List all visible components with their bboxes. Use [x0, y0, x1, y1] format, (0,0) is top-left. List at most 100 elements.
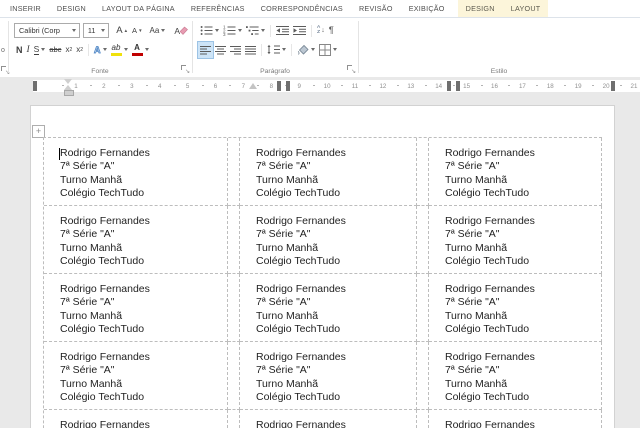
table-column-marker[interactable] [456, 81, 460, 91]
horizontal-ruler[interactable]: 1 2 3 4 5 6 7 8 9 10 11 12 13 14 15 16 17 18 19 20 21 [0, 77, 640, 96]
ruler-tick [145, 85, 148, 86]
label-cell[interactable]: Rodrigo Fernandes7ª Série "A"Turno Manhã… [44, 410, 228, 428]
align-center-icon [215, 45, 226, 54]
underline-button[interactable]: S [32, 42, 48, 58]
label-cell[interactable]: Rodrigo Fernandes7ª Série "A"Turno Manhã… [240, 274, 417, 342]
ruler-number: 15 [463, 83, 471, 90]
tab-layout-contextual[interactable]: LAYOUT [503, 0, 549, 17]
label-cell[interactable]: Rodrigo Fernandes7ª Série "A"Turno Manhã… [240, 410, 417, 428]
word-window: INSERIR DESIGN LAYOUT DA PÁGINA REFERÊNCIAS… [0, 0, 640, 428]
label-cell[interactable]: Rodrigo Fernandes7ª Série "A"Turno Manhã… [429, 206, 602, 274]
tab-design[interactable]: DESIGN [49, 0, 94, 17]
label-cell[interactable]: Rodrigo Fernandes7ª Série "A"Turno Manhã… [429, 138, 602, 206]
label-line: Turno Manhã [445, 377, 508, 390]
label-cell[interactable]: Rodrigo Fernandes7ª Série "A"Turno Manhã… [240, 342, 417, 410]
align-left-icon [200, 45, 211, 54]
tab-design-contextual[interactable]: DESIGN [458, 0, 503, 17]
borders-button[interactable] [317, 42, 339, 58]
label-cell[interactable]: Rodrigo Fernandes7ª Série "A"Turno Manhã… [44, 274, 228, 342]
table-column-marker[interactable] [33, 81, 37, 91]
ruler-number: 18 [546, 83, 554, 90]
ruler-tick [341, 85, 343, 86]
tab-refer-ncias[interactable]: REFERÊNCIAS [183, 0, 253, 17]
label-cell[interactable]: Rodrigo Fernandes7ª Série "A"Turno Manhã… [429, 410, 602, 428]
font-dialog-launcher-icon[interactable]: ↘ [181, 65, 190, 75]
label-line: Turno Manhã [256, 241, 319, 254]
chevron-down-icon [101, 29, 106, 32]
ribbon: o ↘ Calibri (Corp 11 A ▲ A ▼ Aa A N I S … [0, 18, 640, 78]
tab-revis-o[interactable]: REVISÃO [351, 0, 401, 17]
label-cell[interactable]: Rodrigo Fernandes7ª Série "A"Turno Manhã… [429, 274, 602, 342]
tab-inserir[interactable]: INSERIR [2, 0, 49, 17]
label-cell[interactable]: Rodrigo Fernandes7ª Série "A"Turno Manhã… [44, 138, 228, 206]
justify-icon [245, 45, 256, 54]
ruler-tick [620, 85, 622, 86]
label-line: Colégio TechTudo [445, 254, 530, 267]
sort-button[interactable]: A Z ↓ [315, 23, 327, 39]
table-column-marker[interactable] [286, 81, 290, 91]
ruler-tick [480, 85, 483, 86]
align-center-button[interactable] [213, 42, 228, 58]
ruler-number: 14 [435, 83, 443, 90]
grow-font-button[interactable]: A ▲ [114, 23, 130, 39]
label-cell[interactable]: Rodrigo Fernandes7ª Série "A"Turno Manhã… [240, 138, 417, 206]
eraser-icon [180, 26, 188, 35]
justify-button[interactable] [243, 42, 258, 58]
strikethrough-button[interactable]: abc [47, 42, 63, 58]
paragraph-dialog-launcher-icon[interactable]: ↘ [347, 65, 356, 75]
ruler-tick [173, 85, 176, 86]
line-spacing-button[interactable] [265, 42, 288, 58]
label-line: Turno Manhã [256, 173, 319, 186]
table-column-marker[interactable] [277, 81, 281, 91]
label-line: Turno Manhã [445, 309, 508, 322]
label-line: Colégio TechTudo [445, 322, 530, 335]
align-left-button[interactable] [197, 40, 214, 59]
label-cell[interactable]: Rodrigo Fernandes7ª Série "A"Turno Manhã… [44, 342, 228, 410]
show-paragraph-marks-button[interactable]: ¶ [327, 23, 336, 39]
font-color-button[interactable]: A [130, 42, 151, 58]
subscript-button[interactable]: x2 [63, 42, 74, 58]
italic-button[interactable]: I [25, 42, 32, 58]
label-line: Rodrigo Fernandes [60, 283, 150, 295]
label-line: Rodrigo Fernandes [445, 215, 535, 227]
label-cell[interactable]: Rodrigo Fernandes7ª Série "A"Turno Manhã… [44, 206, 228, 274]
label-cell[interactable]: Rodrigo Fernandes7ª Série "A"Turno Manhã… [429, 342, 602, 410]
tab-exibi-o[interactable]: EXIBIÇÃO [401, 0, 453, 17]
clipboard-group-fragment: o [1, 47, 5, 54]
label-line: Colégio TechTudo [60, 186, 145, 199]
highlight-color-button[interactable]: ab [109, 42, 130, 58]
table-column-marker[interactable] [447, 81, 451, 91]
increase-indent-button[interactable] [291, 23, 308, 39]
superscript-button[interactable]: x2 [74, 42, 85, 58]
font-name-combobox[interactable]: Calibri (Corp [14, 23, 80, 38]
multilevel-list-button[interactable] [244, 23, 267, 39]
spacer-cell [417, 206, 429, 274]
decrease-indent-button[interactable] [274, 23, 291, 39]
bold-button[interactable]: N [14, 42, 25, 58]
label-line: Turno Manhã [256, 377, 319, 390]
ruler-tick [396, 85, 399, 86]
label-line: Turno Manhã [60, 377, 123, 390]
font-size-combobox[interactable]: 11 [82, 23, 110, 38]
align-right-button[interactable] [228, 42, 243, 58]
tab-layout-da-p-gina[interactable]: LAYOUT DA PÁGINA [94, 0, 183, 17]
chevron-down-icon [71, 29, 76, 32]
ruler-number: 9 [297, 83, 301, 90]
table-column-marker[interactable] [611, 81, 615, 91]
label-cell[interactable]: Rodrigo Fernandes7ª Série "A"Turno Manhã… [240, 206, 417, 274]
bullets-button[interactable] [198, 23, 221, 39]
tab-correspond-ncias[interactable]: CORRESPONDÊNCIAS [253, 0, 351, 17]
shading-button[interactable] [295, 42, 317, 58]
text-effects-button[interactable]: A [92, 42, 109, 58]
first-line-indent-marker[interactable] [64, 79, 72, 84]
label-line: Rodrigo Fernandes [256, 351, 346, 363]
label-line: Colégio TechTudo [60, 254, 145, 267]
ruler-number: 2 [102, 83, 106, 90]
multilevel-list-icon [246, 26, 259, 35]
label-line: 7ª Série "A" [445, 160, 500, 173]
shrink-font-button[interactable]: A ▼ [130, 23, 144, 39]
numbering-button[interactable]: 123 [221, 23, 244, 39]
clear-formatting-button[interactable]: A [172, 23, 190, 39]
ruler-tick [536, 85, 539, 86]
change-case-button[interactable]: Aa [148, 23, 168, 39]
